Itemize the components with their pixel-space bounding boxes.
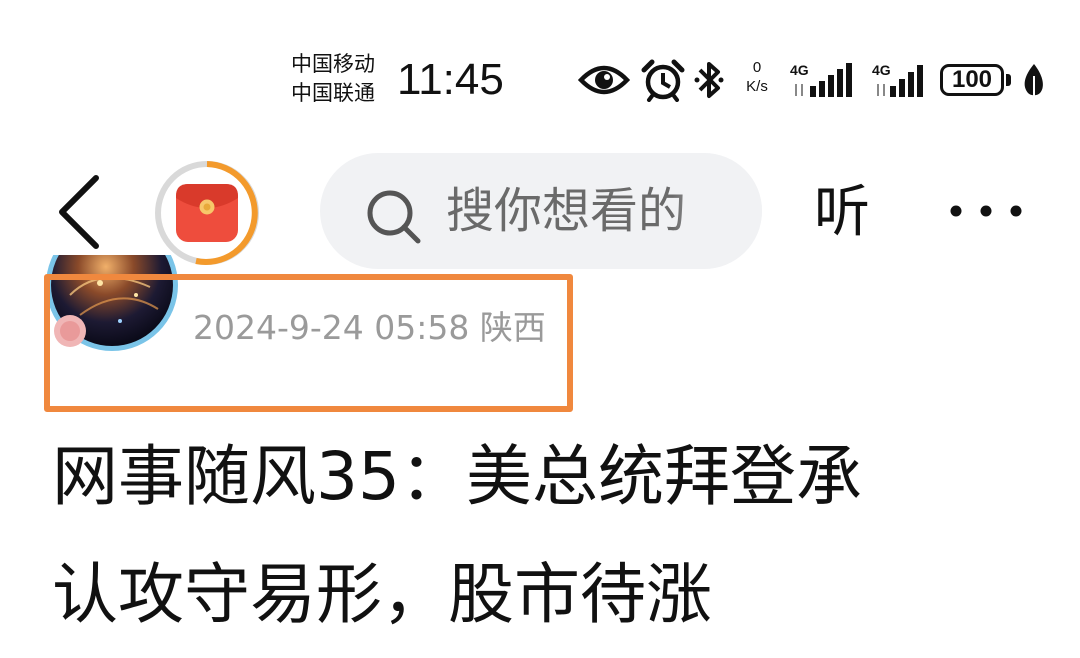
battery-indicator: 100 — [940, 64, 1004, 96]
more-options-button[interactable] — [946, 196, 1026, 226]
article-title-line: 认攻守易形，股市待涨 — [52, 556, 712, 633]
network-speed-unit: K/s — [746, 78, 768, 95]
red-packet-button[interactable] — [152, 158, 262, 268]
listen-button[interactable]: 听 — [814, 178, 870, 248]
chevron-left-icon — [59, 175, 99, 249]
battery-tip — [1006, 74, 1011, 86]
search-icon — [367, 190, 421, 244]
search-placeholder: 搜你想看的 — [446, 183, 687, 239]
search-text-fade — [672, 153, 762, 269]
back-button[interactable] — [50, 170, 110, 254]
battery-level: 100 — [951, 66, 993, 93]
charging-leaf-icon — [1024, 64, 1043, 96]
highlight-annotation-box — [44, 274, 573, 412]
signal-icon — [795, 63, 852, 97]
status-time: 11:45 — [397, 55, 504, 104]
bluetooth-icon — [694, 62, 724, 98]
carrier-1: 中国移动 — [291, 52, 375, 76]
carrier-names: 中国移动 中国联通 — [291, 50, 375, 108]
red-packet-icon — [155, 161, 259, 265]
article-title: 网事随风35：美总统拜登承 认攻守易形，股市待涨 — [52, 418, 1052, 654]
article-title-line: 网事随风35：美总统拜登承 — [52, 438, 862, 515]
search-input[interactable]: 搜你想看的 — [320, 153, 762, 269]
status-bar: 中国移动 中国联通 11:45 0 K/s 4G 4G 100 — [0, 0, 1080, 120]
eye-icon — [578, 65, 630, 95]
signal-icon — [877, 65, 923, 97]
alarm-icon — [641, 59, 685, 102]
carrier-2: 中国联通 — [291, 81, 375, 105]
network-speed: 0 K/s — [736, 58, 778, 96]
network-speed-value: 0 — [752, 59, 762, 76]
more-dots-icon — [950, 205, 1022, 217]
